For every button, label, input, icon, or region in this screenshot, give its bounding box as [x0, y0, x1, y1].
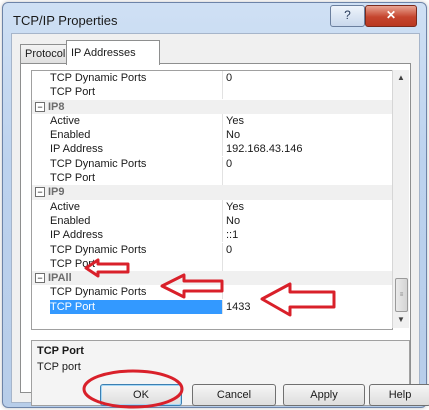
property-row[interactable]: Active Yes [32, 199, 392, 214]
property-name: Active [50, 113, 223, 128]
property-name: IP Address [50, 228, 223, 243]
tab-protocol[interactable]: Protocol [20, 44, 68, 64]
property-name: TCP Port [50, 85, 223, 100]
property-value[interactable]: Yes [224, 200, 392, 214]
property-name: TCP Port [50, 256, 223, 271]
property-row[interactable]: TCP Port [32, 171, 392, 186]
title-bar[interactable]: TCP/IP Properties ? ✕ [3, 3, 426, 33]
property-name: Enabled [50, 128, 223, 143]
group-label: IP8 [48, 100, 65, 113]
property-row[interactable]: TCP Dynamic Ports 0 [32, 71, 392, 85]
property-row[interactable]: Enabled No [32, 213, 392, 228]
property-value[interactable] [224, 257, 392, 271]
property-row[interactable]: TCP Port [32, 85, 392, 100]
property-value[interactable] [224, 85, 392, 99]
scroll-down-arrow-icon[interactable]: ▼ [393, 312, 409, 328]
title-help-button[interactable]: ? [330, 5, 365, 27]
property-row[interactable]: IP Address::1 [32, 228, 392, 243]
property-value[interactable]: 0 [224, 71, 392, 85]
ok-button[interactable]: OK [100, 384, 182, 406]
close-button[interactable]: ✕ [365, 5, 417, 27]
property-name: TCP Dynamic Ports [50, 285, 223, 300]
apply-button[interactable]: Apply [283, 384, 365, 406]
collapse-toggle-icon[interactable]: − [35, 273, 45, 284]
property-value[interactable]: 0 [224, 157, 392, 171]
group-label: IP9 [48, 186, 65, 199]
property-name: TCP Dynamic Ports [50, 156, 223, 171]
property-name: TCP Port [50, 171, 223, 186]
property-row[interactable]: TCP Dynamic Ports [32, 285, 392, 300]
property-row[interactable]: TCP Port [32, 256, 392, 271]
group-label: IPAll [48, 272, 72, 285]
scroll-thumb[interactable]: ≡ [395, 278, 408, 312]
tcpip-properties-dialog: TCP/IP Properties ? ✕ Protocol IP Addres… [2, 2, 429, 408]
description-text: TCP port [37, 361, 81, 373]
property-value[interactable]: 192.168.43.146 [224, 142, 392, 156]
collapse-toggle-icon[interactable]: − [35, 187, 45, 198]
window-title: TCP/IP Properties [13, 13, 118, 28]
property-value[interactable] [224, 285, 392, 299]
description-title: TCP Port [37, 345, 84, 357]
property-row[interactable]: IP Address 192.168.43.146 [32, 142, 392, 157]
property-row[interactable]: TCP Port 1433 [32, 299, 392, 314]
property-row[interactable]: Active Yes [32, 113, 392, 128]
property-value[interactable]: 1433 [224, 299, 392, 314]
group-row[interactable]: − IP8 [32, 99, 392, 114]
property-value[interactable]: ::1 [224, 228, 392, 242]
property-name: Active [50, 199, 223, 214]
property-value[interactable]: No [224, 214, 392, 228]
group-row[interactable]: − IPAll [32, 271, 392, 286]
property-value[interactable]: Yes [224, 114, 392, 128]
vertical-scrollbar[interactable]: ▲ ≡ ▼ [392, 70, 409, 328]
property-row[interactable]: TCP Dynamic Ports 0 [32, 242, 392, 257]
property-value[interactable]: No [224, 128, 392, 142]
collapse-toggle-icon[interactable]: − [35, 101, 45, 112]
property-row[interactable]: TCP Dynamic Ports 0 [32, 156, 392, 171]
cancel-button[interactable]: Cancel [192, 384, 276, 406]
property-grid: TCP Dynamic Ports 0 TCP Port − IP8 Active Yes E… [31, 70, 393, 330]
property-name: TCP Dynamic Ports [50, 242, 223, 257]
tab-panel: TCP Dynamic Ports 0 TCP Port − IP8 Active Yes E… [20, 63, 411, 406]
scroll-up-arrow-icon[interactable]: ▲ [393, 70, 409, 86]
property-name: TCP Dynamic Ports [50, 71, 223, 85]
property-row[interactable]: Enabled No [32, 128, 392, 143]
property-value[interactable]: 0 [224, 243, 392, 257]
help-button[interactable]: Help [369, 384, 429, 406]
property-name: IP Address [50, 142, 223, 157]
dialog-body: Protocol IP Addresses TCP Dynamic Ports 0… [11, 33, 429, 406]
group-row[interactable]: − IP9 [32, 185, 392, 200]
property-value[interactable] [224, 171, 392, 185]
property-name: Enabled [50, 213, 223, 228]
property-name: TCP Port [50, 299, 223, 314]
tab-ip-addresses[interactable]: IP Addresses [66, 40, 160, 65]
